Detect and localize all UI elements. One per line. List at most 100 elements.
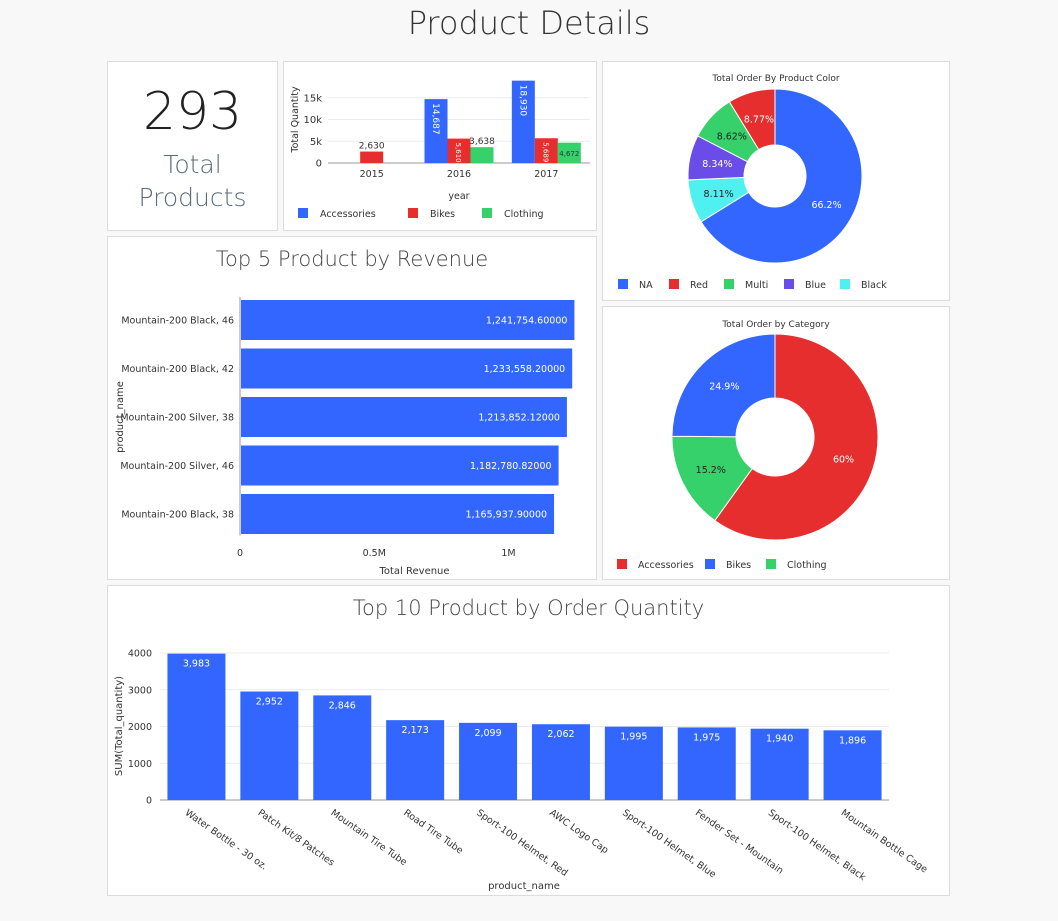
- bar-value-label: 5,610: [454, 143, 462, 163]
- y-axis-label: Total Quantity: [290, 86, 301, 154]
- legend-label-accessories: Accessories: [320, 209, 376, 220]
- bar-value-label: 18,930: [517, 85, 527, 117]
- category-donut-panel: Total Order by Category 60% 15.2% 24.9% Acc…: [602, 306, 950, 580]
- slice-label: 8.62%: [717, 131, 747, 142]
- legend-swatch-bikes: [705, 559, 715, 569]
- bar-value-label: 1,975: [693, 732, 720, 743]
- legend-swatch-accessories: [298, 208, 308, 218]
- legend-label-bikes: Bikes: [430, 209, 455, 220]
- kpi-label-line1: Total: [163, 150, 222, 179]
- legend-swatch-red: [669, 279, 679, 289]
- quantity-chart: 0 1000 2000 3000 4000 SUM(Total_quantity) 3,98…: [114, 649, 930, 893]
- bar-value-label: 2,173: [402, 725, 429, 736]
- legend-label-na: NA: [639, 280, 653, 291]
- legend-label-clothing: Clothing: [504, 209, 544, 220]
- bar-value-label: 2,630: [359, 142, 385, 152]
- bar-clothing: [470, 147, 494, 163]
- legend-swatch-bikes: [408, 208, 418, 218]
- color-donut-chart: 66.2% 8.11% 8.34% 8.62% 8.77% NA Red Multi Blue B…: [618, 88, 887, 291]
- y-tick-label: 0: [146, 796, 152, 807]
- x-tick-label: 0: [237, 548, 243, 559]
- y-tick-label: 1000: [128, 759, 152, 770]
- x-tick-label: 0.5M: [363, 548, 386, 559]
- legend-swatch-na: [618, 279, 628, 289]
- y-tick-label: Mountain-200 Black, 42: [121, 364, 234, 375]
- y-tick-label: Mountain-200 Silver, 38: [120, 413, 234, 424]
- y-tick-label: 0: [316, 159, 322, 170]
- legend-label-multi: Multi: [745, 280, 768, 291]
- bar-value-label: 1,896: [839, 735, 866, 746]
- bar-value-label: 1,241,754.60000: [486, 316, 568, 327]
- x-tick-label: 2016: [447, 169, 471, 180]
- legend-label-bikes: Bikes: [726, 560, 751, 571]
- bar-value-label: 2,099: [474, 728, 501, 739]
- legend-label-blue: Blue: [805, 280, 826, 291]
- quantity-panel: Top 10 Product by Order Quantity 0 1000 20…: [107, 585, 950, 896]
- x-tick-label: Mountain Tire Tube: [329, 807, 409, 868]
- y-axis-label: SUM(Total_quantity): [114, 676, 125, 776]
- slice-label: 60%: [833, 455, 854, 466]
- legend-label-black: Black: [861, 280, 887, 291]
- legend-swatch-multi: [724, 279, 734, 289]
- legend-swatch-accessories: [617, 559, 627, 569]
- x-tick-label: Water Bottle - 30 oz.: [183, 807, 269, 872]
- y-tick-label: 15k: [303, 93, 322, 104]
- kpi-panel: 293 Total Products: [107, 61, 278, 231]
- bar-bikes: [360, 151, 384, 163]
- y-tick-label: 2000: [128, 722, 152, 733]
- legend-label-red: Red: [690, 280, 708, 291]
- bar-value-label: 2,952: [256, 697, 283, 708]
- bar-value-label: 1,940: [766, 734, 793, 745]
- bar-value-label: 2,846: [329, 700, 356, 711]
- x-tick-label: Patch Kit/8 Patches: [256, 807, 337, 868]
- bar-value-label: 1,165,937.90000: [465, 510, 547, 521]
- kpi-value: 293: [142, 82, 243, 142]
- slice-label: 8.77%: [744, 115, 774, 126]
- legend-label-clothing: Clothing: [787, 560, 827, 571]
- y-tick-label: 5k: [310, 137, 322, 148]
- x-axis-label: Total Revenue: [378, 566, 449, 577]
- page-title: Product Details: [407, 4, 651, 42]
- x-axis-label: product_name: [488, 881, 560, 892]
- yearly-quantity-panel: 0 5k 10k 15k Total Quantity 2015 2,630 2016 14,6…: [283, 61, 597, 231]
- y-tick-label: 4000: [128, 649, 152, 660]
- bar-value-label: 14,687: [430, 103, 440, 134]
- color-donut-panel: Total Order By Product Color 66.2% 8.11% 8…: [602, 61, 950, 301]
- category-donut-chart: 60% 15.2% 24.9% Accessories Bikes Clothing: [617, 333, 879, 571]
- bar-value-label: 5,689: [541, 142, 549, 162]
- revenue-panel: Top 5 Product by Revenue 0 0.5M 1M Mountain…: [107, 236, 597, 580]
- x-tick-label: 2017: [534, 169, 558, 180]
- bar-2: [240, 691, 299, 800]
- kpi-label-line2: Products: [138, 183, 247, 212]
- legend-swatch-clothing: [766, 559, 776, 569]
- legend-swatch-blue: [784, 279, 794, 289]
- slice-label: 66.2%: [811, 200, 841, 211]
- bar-value-label: 1,233,558.20000: [484, 364, 566, 375]
- revenue-chart: 0 0.5M 1M Mountain-200 Black, 46 1,241,754.6…: [115, 297, 575, 577]
- legend-label-accessories: Accessories: [638, 560, 694, 571]
- slice-label: 8.11%: [704, 189, 734, 200]
- y-axis-label: product_name: [115, 381, 126, 453]
- y-tick-label: Mountain-200 Black, 46: [121, 316, 234, 327]
- y-tick-label: Mountain-200 Silver, 46: [120, 461, 234, 472]
- x-tick-label: 1M: [501, 548, 515, 559]
- yearly-quantity-chart: 0 5k 10k 15kTotal Quantity 2015 2,630 2016 14,6…: [290, 80, 590, 220]
- bar-value-label: 1,995: [620, 732, 647, 743]
- bar-value-label: 4,672: [559, 150, 579, 158]
- legend-swatch-clothing: [482, 208, 492, 218]
- bar-value-label: 1,213,852.12000: [478, 413, 560, 424]
- x-tick-label: 2015: [360, 169, 384, 180]
- bar-value-label: 2,062: [547, 729, 574, 740]
- kpi-label: Total Products: [108, 148, 277, 214]
- x-axis-label: year: [448, 191, 469, 202]
- slice-label: 15.2%: [696, 465, 726, 476]
- y-tick-label: 3000: [128, 685, 152, 696]
- bar-1: [167, 653, 226, 800]
- x-tick-label: AWC Logo Cap: [547, 807, 610, 856]
- slice-label: 24.9%: [709, 381, 739, 392]
- bar-value-label: 3,638: [469, 137, 495, 147]
- y-tick-label: 10k: [303, 115, 322, 126]
- bar-value-label: 1,182,780.82000: [470, 461, 552, 472]
- bar-value-label: 3,983: [183, 659, 210, 670]
- x-tick-label: Road Tire Tube: [401, 807, 465, 856]
